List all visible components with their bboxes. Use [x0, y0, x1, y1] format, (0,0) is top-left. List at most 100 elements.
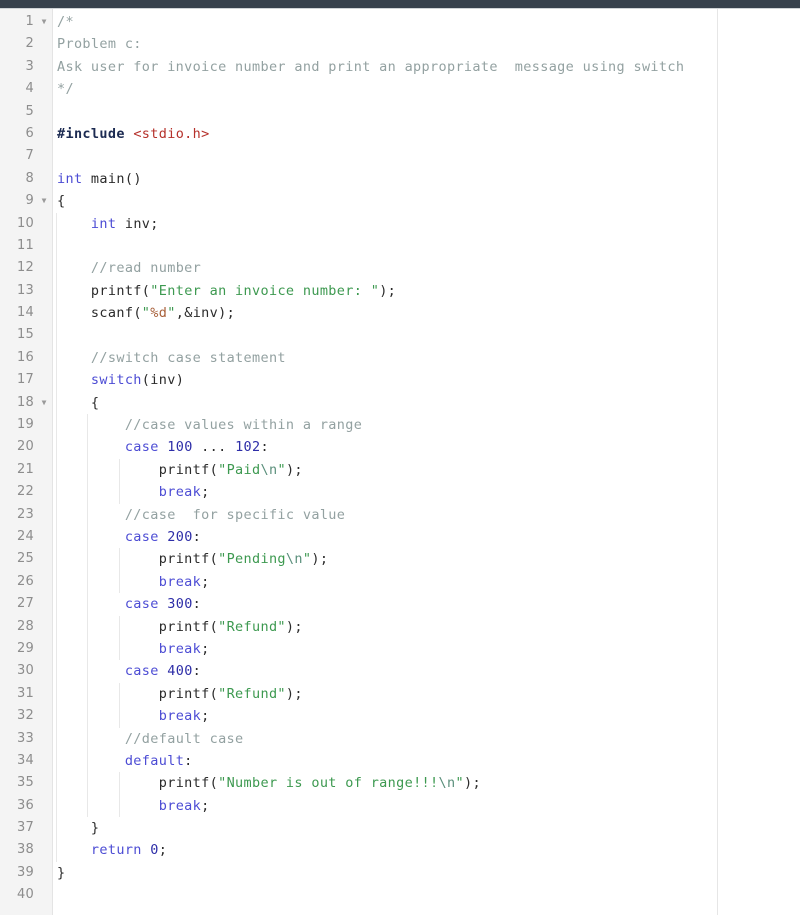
line-number: 23	[17, 506, 34, 522]
code-line[interactable]: 34▼ default:	[0, 749, 800, 773]
fold-toggle-icon[interactable]: ▼	[39, 190, 49, 212]
code-line[interactable]: 32▼ break;	[0, 705, 800, 728]
code-line[interactable]: 30▼ case 400:	[0, 660, 800, 683]
code-text: printf("Refund");	[57, 683, 303, 705]
code-line[interactable]: 40▼	[0, 884, 800, 906]
code-line[interactable]: 21▼ printf("Paid\n");	[0, 458, 800, 482]
token-string: "Refund"	[218, 685, 286, 702]
code-line[interactable]: 13▼ printf("Enter an invoice number: ");	[0, 279, 800, 303]
code-line[interactable]: 2▼Problem c:	[0, 33, 800, 55]
token-punct: ;	[201, 708, 210, 725]
code-line[interactable]: 35▼ printf("Number is out of range!!!\n"…	[0, 772, 800, 795]
code-line[interactable]: 20▼ case 100 ... 102:	[0, 436, 800, 459]
code-line[interactable]: 31▼ printf("Refund");	[0, 682, 800, 706]
token-comment: //default case	[124, 730, 244, 747]
token-number: 400	[167, 663, 193, 680]
token-func: printf	[90, 282, 142, 299]
code-text: break;	[57, 705, 210, 727]
code-line[interactable]: 29▼ break;	[0, 637, 800, 661]
code-line[interactable]: 1 ▼ /*	[0, 11, 800, 33]
line-number: 26	[17, 573, 34, 589]
line-number: 24	[17, 528, 34, 544]
token-keyword: default	[124, 752, 185, 769]
fold-toggle-icon[interactable]: ▼	[39, 392, 49, 414]
code-line[interactable]: 36▼ break;	[0, 794, 800, 818]
line-number: 10	[17, 215, 34, 231]
code-line[interactable]: 3▼Ask user for invoice number and print …	[0, 56, 800, 78]
code-line[interactable]: 7▼	[0, 145, 800, 167]
code-line[interactable]: 5▼	[0, 101, 800, 123]
code-line[interactable]: 23▼ //case for specific value	[0, 503, 800, 526]
line-number: 7	[25, 148, 34, 164]
code-line[interactable]: 15▼	[0, 324, 800, 347]
code-line[interactable]: 39▼}	[0, 862, 800, 884]
token-punct: ,&inv);	[175, 305, 236, 322]
code-line[interactable]: 9 ▼ {	[0, 190, 800, 212]
code-line[interactable]: 26▼ break;	[0, 570, 800, 594]
token-punct: :	[184, 752, 193, 769]
code-text: printf("Enter an invoice number: ");	[57, 280, 396, 302]
code-line[interactable]: 17▼ switch(inv)	[0, 369, 800, 392]
code-text: /*	[57, 11, 74, 33]
code-line[interactable]: 37▼ }	[0, 817, 800, 840]
code-line[interactable]: 27▼ case 300:	[0, 593, 800, 616]
token-punct: (	[209, 461, 219, 478]
line-number: 15	[17, 327, 34, 343]
token-escape: \n	[438, 775, 456, 792]
line-number: 25	[17, 551, 34, 567]
token-punct: {	[90, 394, 100, 411]
code-text: break;	[57, 481, 210, 503]
code-line[interactable]: 10▼ int inv;	[0, 212, 800, 235]
code-line[interactable]: 12▼ //read number	[0, 257, 800, 280]
token-string: "Refund"	[218, 618, 286, 635]
code-line[interactable]: 6▼#include <stdio.h>	[0, 123, 800, 145]
code-line[interactable]: 24▼ case 200:	[0, 525, 800, 549]
code-line[interactable]: 4▼*/	[0, 78, 800, 100]
code-line[interactable]: 33▼ //default case	[0, 727, 800, 750]
token-comment: //switch case statement	[90, 349, 286, 366]
line-number: 6	[25, 125, 34, 141]
token-preproc: #include	[57, 125, 125, 142]
code-text: case 300:	[57, 593, 201, 615]
code-line[interactable]: 25▼ printf("Pending\n");	[0, 548, 800, 571]
line-number: 4	[25, 81, 34, 97]
token-punct: );	[311, 551, 329, 568]
code-line[interactable]: 18 ▼ {	[0, 391, 800, 415]
code-line[interactable]: 16▼ //switch case statement	[0, 346, 800, 370]
line-number: 40	[17, 887, 34, 903]
line-number: 16	[17, 349, 34, 365]
token-func: printf	[158, 551, 210, 568]
token-func: printf	[158, 775, 210, 792]
editor-surface[interactable]: 1▼/*2▼Problem c:3▼Ask user for invoice n…	[0, 9, 800, 915]
token-punct: );	[379, 282, 397, 299]
line-number: 30	[17, 663, 34, 679]
code-line[interactable]: 38▼ return 0;	[0, 839, 800, 862]
token-punct: (	[141, 372, 151, 389]
token-punct: ;	[201, 640, 210, 657]
code-line[interactable]: 14▼ scanf("%d",&inv);	[0, 302, 800, 325]
code-text: printf("Paid\n");	[57, 459, 303, 481]
code-line[interactable]: 8▼int main()	[0, 168, 800, 190]
code-line[interactable]: 19▼ //case values within a range	[0, 414, 800, 437]
line-number: 21	[17, 461, 34, 477]
line-number: 9	[25, 193, 34, 209]
code-line[interactable]: 28▼ printf("Refund");	[0, 615, 800, 638]
code-text: return 0;	[57, 839, 167, 861]
code-text: case 100 ... 102:	[57, 436, 269, 458]
code-text: }	[57, 817, 99, 839]
token-punct: );	[285, 685, 303, 702]
token-func: main	[90, 170, 125, 187]
token-string: "Paid	[218, 461, 261, 478]
code-line[interactable]: 22▼ break;	[0, 481, 800, 504]
fold-toggle-icon[interactable]: ▼	[39, 11, 49, 33]
code-line[interactable]: 11▼	[0, 234, 800, 258]
token-keyword: case	[124, 596, 159, 613]
